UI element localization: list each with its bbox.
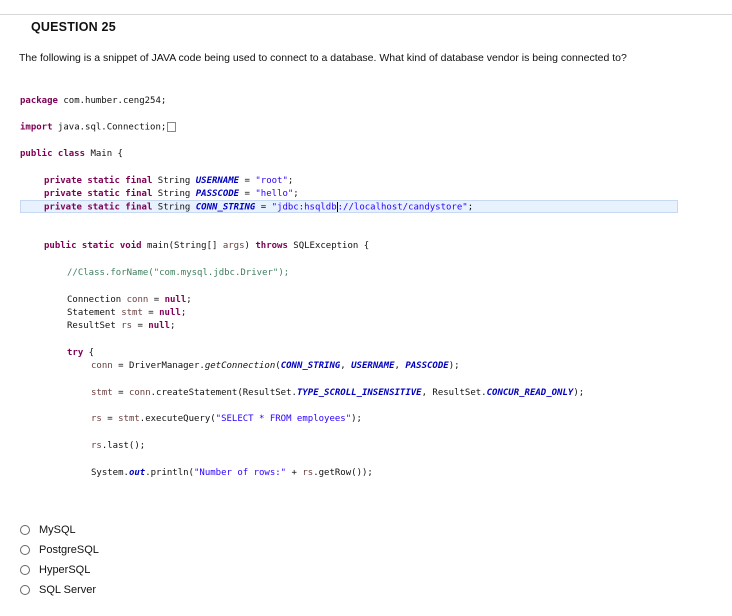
radio-icon[interactable] bbox=[20, 585, 30, 595]
code-line-comment: //Class.forName("com.mysql.jdbc.Driver")… bbox=[67, 268, 290, 278]
code-line-execute-query: rs = stmt.executeQuery("SELECT * FROM em… bbox=[91, 414, 362, 424]
code-line-class: public class Main { bbox=[20, 149, 123, 159]
code-line-package: package com.humber.ceng254; bbox=[20, 96, 167, 106]
code-line-decl-stmt: Statement stmt = null; bbox=[67, 308, 187, 318]
radio-icon[interactable] bbox=[20, 565, 30, 575]
code-line-decl-conn: Connection conn = null; bbox=[67, 295, 192, 305]
radio-icon[interactable] bbox=[20, 525, 30, 535]
code-snippet: package com.humber.ceng254; import java.… bbox=[0, 0, 732, 500]
code-line-field-username: private static final String USERNAME = "… bbox=[44, 176, 294, 186]
code-line-last: rs.last(); bbox=[91, 441, 146, 451]
code-line-main: public static void main(String[] args) t… bbox=[44, 241, 370, 251]
code-line-try: try { bbox=[67, 348, 95, 358]
option-hypersql[interactable]: HyperSQL bbox=[20, 562, 90, 578]
code-line-create-statement: stmt = conn.createStatement(ResultSet.TY… bbox=[91, 388, 585, 398]
radio-icon[interactable] bbox=[20, 545, 30, 555]
option-postgresql[interactable]: PostgreSQL bbox=[20, 542, 99, 558]
code-line-get-connection: conn = DriverManager.getConnection(CONN_… bbox=[91, 361, 460, 371]
option-mysql[interactable]: MySQL bbox=[20, 522, 76, 538]
code-line-field-passcode: private static final String PASSCODE = "… bbox=[44, 189, 299, 199]
option-sql-server[interactable]: SQL Server bbox=[20, 582, 96, 598]
code-line-field-conn-string: private static final String CONN_STRING … bbox=[44, 202, 474, 213]
folded-marker-icon bbox=[167, 122, 177, 132]
code-line-decl-rs: ResultSet rs = null; bbox=[67, 321, 176, 331]
code-line-println: System.out.println("Number of rows:" + r… bbox=[91, 468, 373, 478]
code-line-import: import java.sql.Connection; bbox=[20, 122, 177, 134]
